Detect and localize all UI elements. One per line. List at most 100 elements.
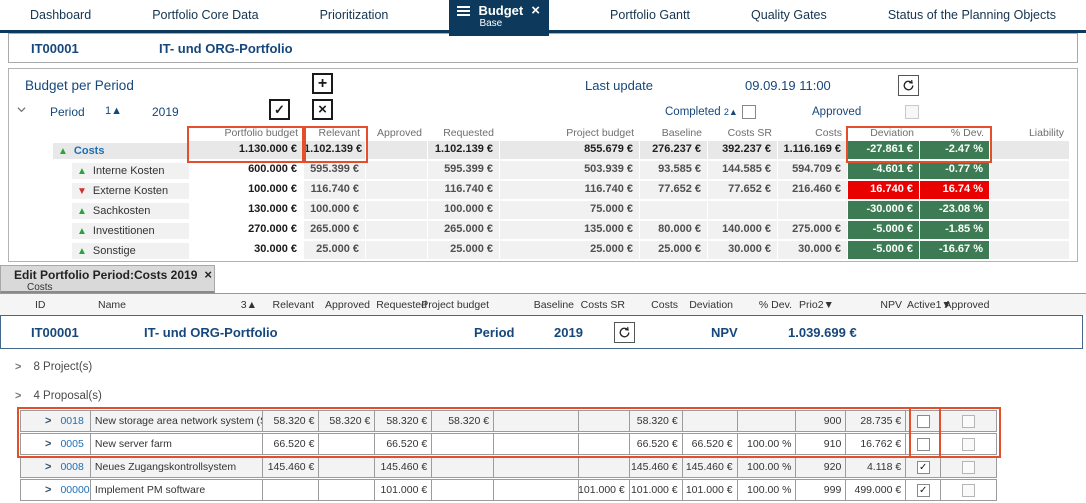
budget-row-label[interactable]: ▲Sonstige [72,243,189,259]
edit-column-header[interactable]: Active 1▼ [907,299,942,311]
budget-row-label[interactable]: ▲Sachkosten [72,203,189,219]
portfolio-name: IT- und ORG-Portfolio [159,41,293,56]
budget-row-label[interactable]: ▲Costs [53,143,189,159]
tab-portfolio-gantt[interactable]: Portfolio Gantt [610,8,690,22]
group-projects[interactable]: > 8 Project(s) [0,357,1086,376]
approved-checkbox[interactable] [905,105,919,119]
tab-prioritization[interactable]: Prioritization [320,8,389,22]
trend-up-icon: ▲ [58,146,68,157]
sort-indicator[interactable]: 2▼ [818,299,834,311]
budget-row-label[interactable]: ▼Externe Kosten [72,183,189,199]
budget-cell: 144.585 € [708,161,778,181]
chevron-right-icon[interactable]: > [15,361,21,373]
proposal-id-link[interactable]: 0005 [60,438,83,450]
active-checkbox[interactable]: ✓ [917,484,930,497]
proposal-id-link[interactable]: 000002 [60,484,90,496]
sort-indicator[interactable]: 3▲ [241,299,257,311]
edit-column-header[interactable]: ID [20,299,90,311]
period-sort-indicator[interactable]: 1▲ [105,105,122,117]
tab-status-planning-objects[interactable]: Status of the Planning Objects [888,8,1056,22]
proposal-cell [432,457,494,477]
tab-quality-gates[interactable]: Quality Gates [751,8,827,22]
proposal-cell [263,480,320,500]
proposal-name-cell: Neues Zugangskontrollsystem [91,457,263,477]
edit-column-header[interactable]: Project budget [432,299,494,311]
budget-cell: -5.000 € [848,241,920,261]
completed-checkbox[interactable] [742,105,756,119]
budget-cell: 1.130.000 € [189,141,304,161]
edit-column-header[interactable]: Costs SR [579,299,630,311]
edit-column-header[interactable]: Baseline [494,299,579,311]
edit-column-header[interactable]: Approved [319,299,375,311]
budget-cell: -23.08 % [920,201,990,221]
edit-column-header[interactable]: Deviation [683,299,738,311]
edit-column-header[interactable]: Costs [630,299,683,311]
proposal-cell: 58.320 € [375,411,432,431]
budget-cell: 1.116.169 € [778,141,848,161]
chevron-right-icon[interactable]: > [45,484,51,496]
proposal-rows: >0018New storage area network system (SA… [20,410,997,501]
budget-cell: 25.000 € [304,241,366,261]
group-proposals[interactable]: > 4 Proposal(s) [0,386,1086,405]
active-checkbox[interactable]: ✓ [917,461,930,474]
proposal-cell: 66.520 € [375,434,432,454]
active-checkbox[interactable] [917,438,930,451]
edit-column-header[interactable]: Approved [942,299,997,311]
close-tab-icon[interactable]: × [531,5,540,17]
edit-column-header[interactable]: Prio 2▼ [797,299,847,311]
proposal-id-cell[interactable]: >0005 [21,434,91,454]
refresh-button[interactable] [898,75,919,96]
budget-cell: -4.601 € [848,161,920,181]
column-header: % Dev. [920,127,990,141]
tab-portfolio-core-data[interactable]: Portfolio Core Data [152,8,258,22]
completed-label: Completed 2▲ [665,106,738,118]
approved-checkbox[interactable] [962,484,975,497]
budget-row-label[interactable]: ▲Investitionen [72,223,189,239]
chevron-right-icon[interactable]: > [45,461,51,473]
chevron-right-icon[interactable]: > [45,415,51,427]
hamburger-icon[interactable] [457,4,470,18]
edit-column-header[interactable]: Relevant [262,299,319,311]
proposal-id-link[interactable]: 0018 [60,415,83,427]
proposal-cell: 66.520 € [630,434,683,454]
chevron-right-icon[interactable]: > [15,390,21,402]
proposal-id-cell[interactable]: >000002 [21,480,91,500]
refresh-icon [902,79,915,92]
budget-row-label-cell: ▲Sachkosten [9,201,189,221]
edit-period-tab[interactable]: Edit Portfolio Period:Costs 2019 × Costs [0,265,215,293]
budget-cell [640,201,708,221]
edit-table-header: IDName 3▲RelevantApprovedRequestedProjec… [0,293,1086,315]
edit-column-header[interactable]: Name 3▲ [90,299,262,311]
budget-row-label[interactable]: ▲Interne Kosten [72,163,189,179]
add-period-button[interactable]: + [312,73,333,94]
tab-dashboard[interactable]: Dashboard [30,8,91,22]
budget-cell: 77.652 € [708,181,778,201]
budget-cell [366,161,428,181]
edit-column-header[interactable]: % Dev. [738,299,797,311]
cancel-button[interactable]: × [312,99,333,120]
budget-cell [990,241,1070,261]
close-tab-icon[interactable]: × [204,269,212,281]
confirm-button[interactable]: ✓ [269,99,290,120]
budget-cell [366,221,428,241]
approved-checkbox[interactable] [962,415,975,428]
proposal-id-cell[interactable]: >0008 [21,457,91,477]
refresh-button[interactable] [614,322,635,343]
active-checkbox[interactable] [917,415,930,428]
column-header: Relevant [304,127,366,141]
tab-budget-active[interactable]: Budget × Base [449,0,549,36]
chevron-right-icon[interactable]: > [45,438,51,450]
summary-npv-value: 1.039.699 € [788,325,857,340]
budget-panel-title: Budget per Period [25,78,134,93]
edit-column-header[interactable]: NPV [847,299,907,311]
proposal-id-link[interactable]: 0008 [60,461,83,473]
period-collapse-icon[interactable] [17,105,26,117]
budget-cell: 75.000 € [500,201,640,221]
approved-cell [941,434,996,454]
approved-checkbox[interactable] [962,461,975,474]
proposal-cell: 145.460 € [630,457,683,477]
approved-checkbox[interactable] [962,438,975,451]
proposal-id-cell[interactable]: >0018 [21,411,91,431]
proposal-cell: 58.320 € [432,411,494,431]
budget-cell [366,201,428,221]
